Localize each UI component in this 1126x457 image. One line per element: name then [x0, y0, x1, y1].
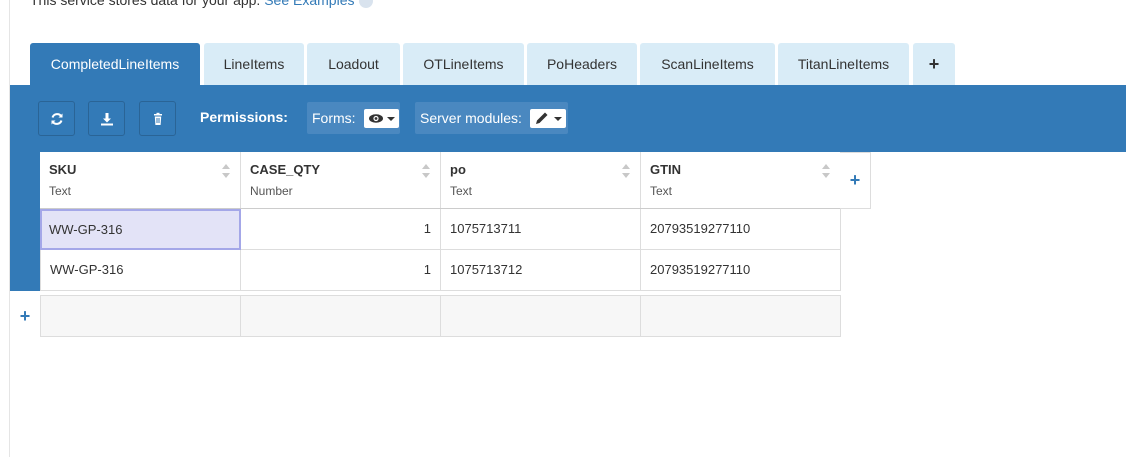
- tab-loadout[interactable]: Loadout: [307, 43, 400, 85]
- intro-text: This service stores data for your app. S…: [30, 0, 373, 9]
- table-cell[interactable]: WW-GP-316: [40, 209, 241, 250]
- tab-otlineitems[interactable]: OTLineItems: [403, 43, 524, 85]
- table-cell[interactable]: 1075713711: [441, 209, 641, 250]
- add-row-button[interactable]: +: [10, 296, 40, 337]
- table-cell[interactable]: 1075713712: [441, 250, 641, 291]
- permissions-label: Permissions:: [200, 109, 288, 125]
- tab-completedlineitems[interactable]: CompletedLineItems: [30, 43, 200, 85]
- column-name: GTIN: [650, 162, 682, 177]
- table-cell[interactable]: WW-GP-316: [40, 250, 241, 291]
- see-examples-link[interactable]: See Examples: [264, 0, 354, 8]
- column-name: CASE_QTY: [250, 162, 321, 177]
- add-column-button[interactable]: +: [840, 152, 871, 209]
- tab-lineitems[interactable]: LineItems: [204, 43, 304, 85]
- download-button[interactable]: [88, 101, 125, 136]
- new-row-cell[interactable]: [40, 295, 241, 337]
- tab-scanlineitems[interactable]: ScanLineItems: [640, 43, 775, 85]
- row-handle[interactable]: [10, 250, 40, 291]
- table-cell[interactable]: 20793519277110: [641, 209, 841, 250]
- column-header-po[interactable]: po Text: [441, 152, 641, 209]
- row-handle[interactable]: [10, 209, 40, 250]
- intro-text-label: This service stores data for your app.: [30, 0, 265, 8]
- table-toolbar: Permissions: Forms: Server modules:: [10, 85, 1126, 152]
- column-header-sku[interactable]: SKU Text: [40, 152, 241, 209]
- tab-poheaders[interactable]: PoHeaders: [527, 43, 637, 85]
- caret-down-icon: [554, 117, 562, 121]
- sort-icon[interactable]: [622, 163, 630, 179]
- sort-icon[interactable]: [822, 163, 830, 179]
- column-header-gtin[interactable]: GTIN Text: [641, 152, 841, 209]
- new-row-cell[interactable]: [441, 295, 641, 337]
- forms-permission: Forms:: [307, 102, 400, 134]
- add-table-tab[interactable]: +: [913, 43, 955, 85]
- refresh-button[interactable]: [38, 101, 75, 136]
- trash-icon: [154, 112, 162, 125]
- sort-icon[interactable]: [222, 163, 230, 179]
- sort-icon[interactable]: [422, 163, 430, 179]
- column-type: Text: [450, 184, 473, 198]
- column-name: SKU: [49, 162, 77, 177]
- table-cell[interactable]: 1: [241, 250, 441, 291]
- new-row-cell[interactable]: [241, 295, 441, 337]
- table-cell[interactable]: 20793519277110: [641, 250, 841, 291]
- download-icon: [101, 113, 113, 126]
- caret-down-icon: [387, 117, 395, 121]
- new-row-cell[interactable]: [641, 295, 841, 337]
- pencil-icon: [536, 112, 548, 124]
- column-type: Number: [250, 184, 293, 198]
- server-modules-permission: Server modules:: [415, 102, 568, 134]
- tab-titanlineitems[interactable]: TitanLineItems: [778, 43, 909, 85]
- header-gutter: [10, 152, 40, 209]
- forms-permission-dropdown[interactable]: [364, 109, 399, 128]
- column-type: Text: [650, 184, 673, 198]
- refresh-icon: [51, 113, 63, 125]
- table-cell[interactable]: 1: [241, 209, 441, 250]
- info-icon[interactable]: [358, 0, 373, 9]
- column-name: po: [450, 162, 466, 177]
- column-type: Text: [49, 184, 72, 198]
- forms-label: Forms:: [312, 110, 356, 126]
- server-modules-label: Server modules:: [420, 110, 522, 126]
- server-modules-permission-dropdown[interactable]: [530, 109, 566, 128]
- column-header-case-qty[interactable]: CASE_QTY Number: [241, 152, 441, 209]
- eye-icon: [369, 114, 383, 123]
- delete-table-button[interactable]: [139, 101, 176, 136]
